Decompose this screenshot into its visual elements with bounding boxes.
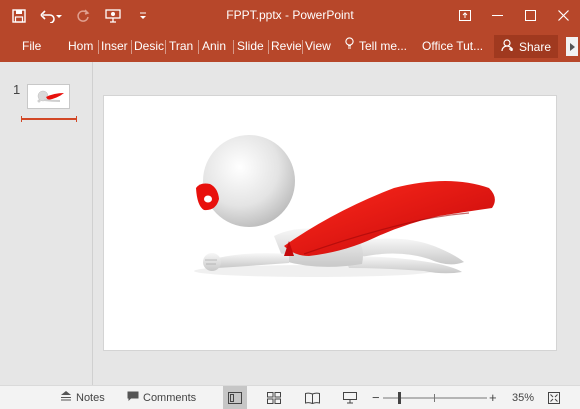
undo-icon[interactable] bbox=[38, 5, 64, 27]
normal-view-icon[interactable] bbox=[223, 386, 247, 409]
customize-icon[interactable] bbox=[132, 5, 154, 27]
share-button[interactable]: Share bbox=[494, 35, 558, 58]
tab-separator bbox=[131, 40, 132, 54]
zoom-level[interactable]: 35% bbox=[512, 386, 534, 409]
tab-separator bbox=[98, 40, 99, 54]
share-label: Share bbox=[519, 39, 552, 54]
notes-button[interactable]: Notes bbox=[60, 386, 105, 409]
person-icon bbox=[501, 38, 514, 55]
tab-separator bbox=[165, 40, 166, 54]
tab-design[interactable]: Desic bbox=[134, 31, 164, 62]
tab-animations[interactable]: Anin bbox=[202, 31, 231, 62]
quick-access-toolbar bbox=[0, 0, 154, 31]
close-icon[interactable] bbox=[547, 0, 580, 31]
zoom-out-button[interactable]: − bbox=[372, 386, 380, 409]
comment-icon bbox=[127, 391, 139, 405]
save-icon[interactable] bbox=[8, 5, 30, 27]
slide-show-icon[interactable] bbox=[338, 386, 362, 409]
tab-view[interactable]: View bbox=[305, 31, 335, 62]
title-bar: FPPT.pptx - PowerPoint bbox=[0, 0, 580, 31]
ribbon-display-icon[interactable] bbox=[448, 0, 481, 31]
comments-button[interactable]: Comments bbox=[127, 386, 196, 409]
window-controls bbox=[448, 0, 580, 31]
tab-separator bbox=[233, 40, 234, 54]
slide-sorter-icon[interactable] bbox=[262, 386, 286, 409]
lightbulb-icon bbox=[345, 31, 354, 62]
redo-icon[interactable] bbox=[72, 5, 94, 27]
ribbon-scroll-right[interactable] bbox=[566, 37, 578, 56]
tab-transitions[interactable]: Tran bbox=[169, 31, 196, 62]
tab-home[interactable]: Hom bbox=[68, 31, 95, 62]
zoom-slider[interactable] bbox=[383, 386, 487, 409]
tab-file[interactable]: File bbox=[22, 31, 52, 62]
tab-slideshow[interactable]: Slide bbox=[237, 31, 266, 62]
tab-separator bbox=[302, 40, 303, 54]
flying-superhero-figure bbox=[194, 135, 495, 277]
notes-icon bbox=[60, 391, 72, 404]
slide-number: 1 bbox=[13, 82, 21, 97]
tell-me-search[interactable]: Tell me... bbox=[345, 31, 415, 62]
zoom-slider-thumb bbox=[398, 391, 401, 404]
tab-office-tutorials[interactable]: Office Tut... bbox=[422, 31, 490, 62]
comments-label: Comments bbox=[143, 391, 197, 404]
minimize-icon[interactable] bbox=[481, 0, 514, 31]
chevron-right-icon bbox=[569, 42, 575, 51]
ribbon-tabs: File Hom Inser Desic Tran Anin Slide Rev… bbox=[0, 31, 580, 62]
slide-selection-indicator bbox=[21, 116, 77, 122]
slide-thumbnail[interactable] bbox=[27, 84, 70, 109]
zoom-in-button[interactable]: + bbox=[489, 386, 497, 409]
notes-label: Notes bbox=[76, 391, 105, 404]
slides-pane: 1 bbox=[0, 62, 93, 385]
tab-review[interactable]: Revie bbox=[271, 31, 301, 62]
tell-me-label: Tell me... bbox=[359, 39, 408, 53]
tab-separator bbox=[198, 40, 199, 54]
present-icon[interactable] bbox=[102, 5, 124, 27]
maximize-icon[interactable] bbox=[514, 0, 547, 31]
status-bar: Notes Comments − + 35% bbox=[0, 385, 580, 409]
superhero-thumbnail-image bbox=[37, 90, 64, 103]
tab-insert[interactable]: Inser bbox=[101, 31, 130, 62]
slide[interactable] bbox=[103, 95, 557, 351]
reading-view-icon[interactable] bbox=[300, 386, 324, 409]
fit-to-window-icon[interactable] bbox=[542, 386, 566, 409]
tab-separator bbox=[268, 40, 269, 54]
slide-canvas bbox=[94, 62, 580, 385]
